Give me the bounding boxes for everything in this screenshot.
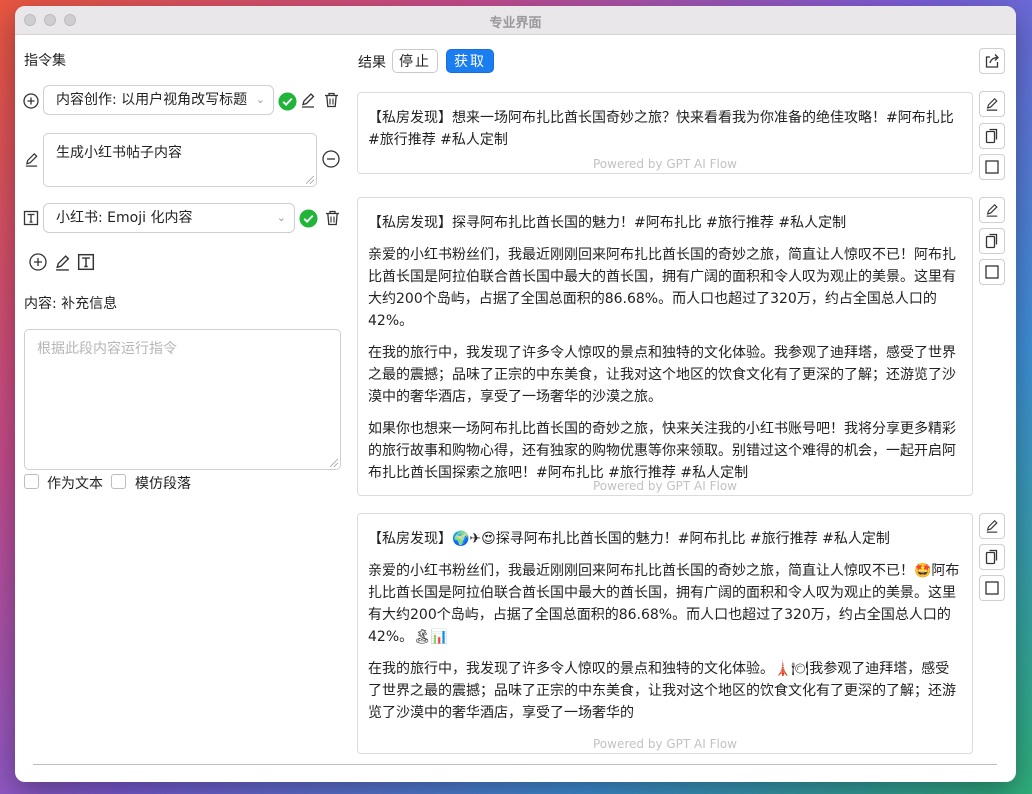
result-card-2-paragraph-1: 【私房发现】探寻阿布扎比酋长国的魅力！#阿布扎比 #旅行推荐 #私人定制 (368, 215, 847, 231)
trash-icon[interactable] (322, 91, 340, 109)
instruction-select-3[interactable]: 小红书: Emoji 化内容 ⌄ (43, 203, 295, 233)
trash-icon[interactable] (323, 209, 341, 227)
result-card-3-paragraph-2: 亲爱的小红书粉丝们，我最近刚刚回来阿布扎比酋长国的奇妙之旅，简直让人惊叹不已！🤩… (368, 563, 960, 645)
fetch-button[interactable]: 获取 (446, 49, 494, 73)
add-circle-icon[interactable] (22, 92, 40, 110)
remove-circle-icon[interactable] (321, 149, 341, 169)
result-card-3: 【私房发现】🌍✈😍探寻阿布扎比酋长国的魅力！#阿布扎比 #旅行推荐 #私人定制 … (357, 513, 973, 754)
check-circle-icon[interactable] (298, 208, 318, 228)
instruction-select-3-value: 小红书: Emoji 化内容 (56, 210, 193, 226)
chevron-down-icon: ⌄ (255, 93, 265, 106)
stop-button[interactable]: 停止 (392, 49, 438, 73)
chevron-down-icon: ⌄ (276, 211, 286, 224)
as-text-checkbox[interactable] (24, 474, 39, 489)
imitate-paragraph-checkbox[interactable] (111, 474, 126, 489)
powered-by-label: Powered by GPT AI Flow (593, 479, 737, 493)
result-card-1: 【私房发现】想来一场阿布扎比酋长国奇妙之旅？快来看看我为你准备的绝佳攻略！#阿布… (357, 92, 973, 174)
share-icon[interactable] (979, 48, 1005, 74)
result-card-3-paragraph-1: 【私房发现】🌍✈😍探寻阿布扎比酋长国的魅力！#阿布扎比 #旅行推荐 #私人定制 (368, 531, 890, 547)
bottom-divider (33, 764, 997, 765)
result-card-2-paragraph-2: 亲爱的小红书粉丝们，我最近刚刚回来阿布扎比酋长国的奇妙之旅，简直让人惊叹不已！阿… (368, 247, 956, 329)
powered-by-label: Powered by GPT AI Flow (593, 737, 737, 751)
text-box-icon[interactable] (22, 209, 40, 227)
result-card-1-paragraph: 【私房发现】想来一场阿布扎比酋长国奇妙之旅？快来看看我为你准备的绝佳攻略！#阿布… (368, 110, 954, 148)
window-title: 专业界面 (489, 16, 542, 31)
result-card-3-paragraph-3: 在我的旅行中，我发现了许多令人惊叹的景点和独特的文化体验。🗼🍽我参观了迪拜塔，感… (368, 661, 956, 721)
copy-icon[interactable] (979, 228, 1005, 254)
edit-pencil-icon[interactable] (22, 150, 40, 168)
instruction-textarea-2-value: 生成小红书帖子内容 (56, 145, 182, 161)
result-card-2-paragraph-4: 如果你也想来一场阿布扎比酋长国的奇妙之旅，快来关注我的小红书账号吧！我将分享更多… (368, 421, 956, 481)
instruction-select-1-value: 内容创作: 以用户视角改写标题 (56, 92, 248, 108)
edit-pencil-icon[interactable] (299, 91, 317, 109)
content-textarea[interactable]: 根据此段内容运行指令 (24, 329, 341, 470)
powered-by-label: Powered by GPT AI Flow (593, 157, 737, 171)
instruction-textarea-2[interactable]: 生成小红书帖子内容 (43, 133, 317, 187)
as-text-label: 作为文本 (47, 476, 103, 492)
imitate-paragraph-label: 模仿段落 (135, 476, 191, 492)
check-circle-icon[interactable] (277, 91, 297, 111)
add-circle-icon[interactable] (28, 252, 48, 272)
select-square-icon[interactable] (979, 259, 1005, 285)
instruction-select-1[interactable]: 内容创作: 以用户视角改写标题 ⌄ (43, 85, 274, 115)
edit-pencil-icon[interactable] (979, 197, 1005, 223)
edit-pencil-icon[interactable] (979, 513, 1005, 539)
result-label: 结果 (358, 55, 386, 71)
select-square-icon[interactable] (979, 575, 1005, 601)
instructions-heading: 指令集 (24, 53, 66, 69)
result-card-2: 【私房发现】探寻阿布扎比酋长国的魅力！#阿布扎比 #旅行推荐 #私人定制 亲爱的… (357, 197, 973, 496)
edit-pencil-icon[interactable] (979, 91, 1005, 117)
copy-icon[interactable] (979, 544, 1005, 570)
resize-grip-icon[interactable] (330, 459, 338, 467)
resize-grip-icon[interactable] (306, 176, 314, 184)
select-square-icon[interactable] (979, 154, 1005, 180)
title-bar: 专业界面 (15, 6, 1016, 35)
add-text-box-icon[interactable] (76, 252, 96, 272)
copy-icon[interactable] (979, 123, 1005, 149)
content-label: 内容: 补充信息 (24, 296, 118, 312)
add-edit-pencil-icon[interactable] (52, 252, 72, 272)
content-placeholder: 根据此段内容运行指令 (37, 341, 177, 357)
app-window: 专业界面 指令集 内容创作: 以用户视角改写标题 ⌄ 生成小红书帖子内容 小红书… (15, 6, 1016, 782)
result-card-2-paragraph-3: 在我的旅行中，我发现了许多令人惊叹的景点和独特的文化体验。我参观了迪拜塔，感受了… (368, 345, 956, 405)
